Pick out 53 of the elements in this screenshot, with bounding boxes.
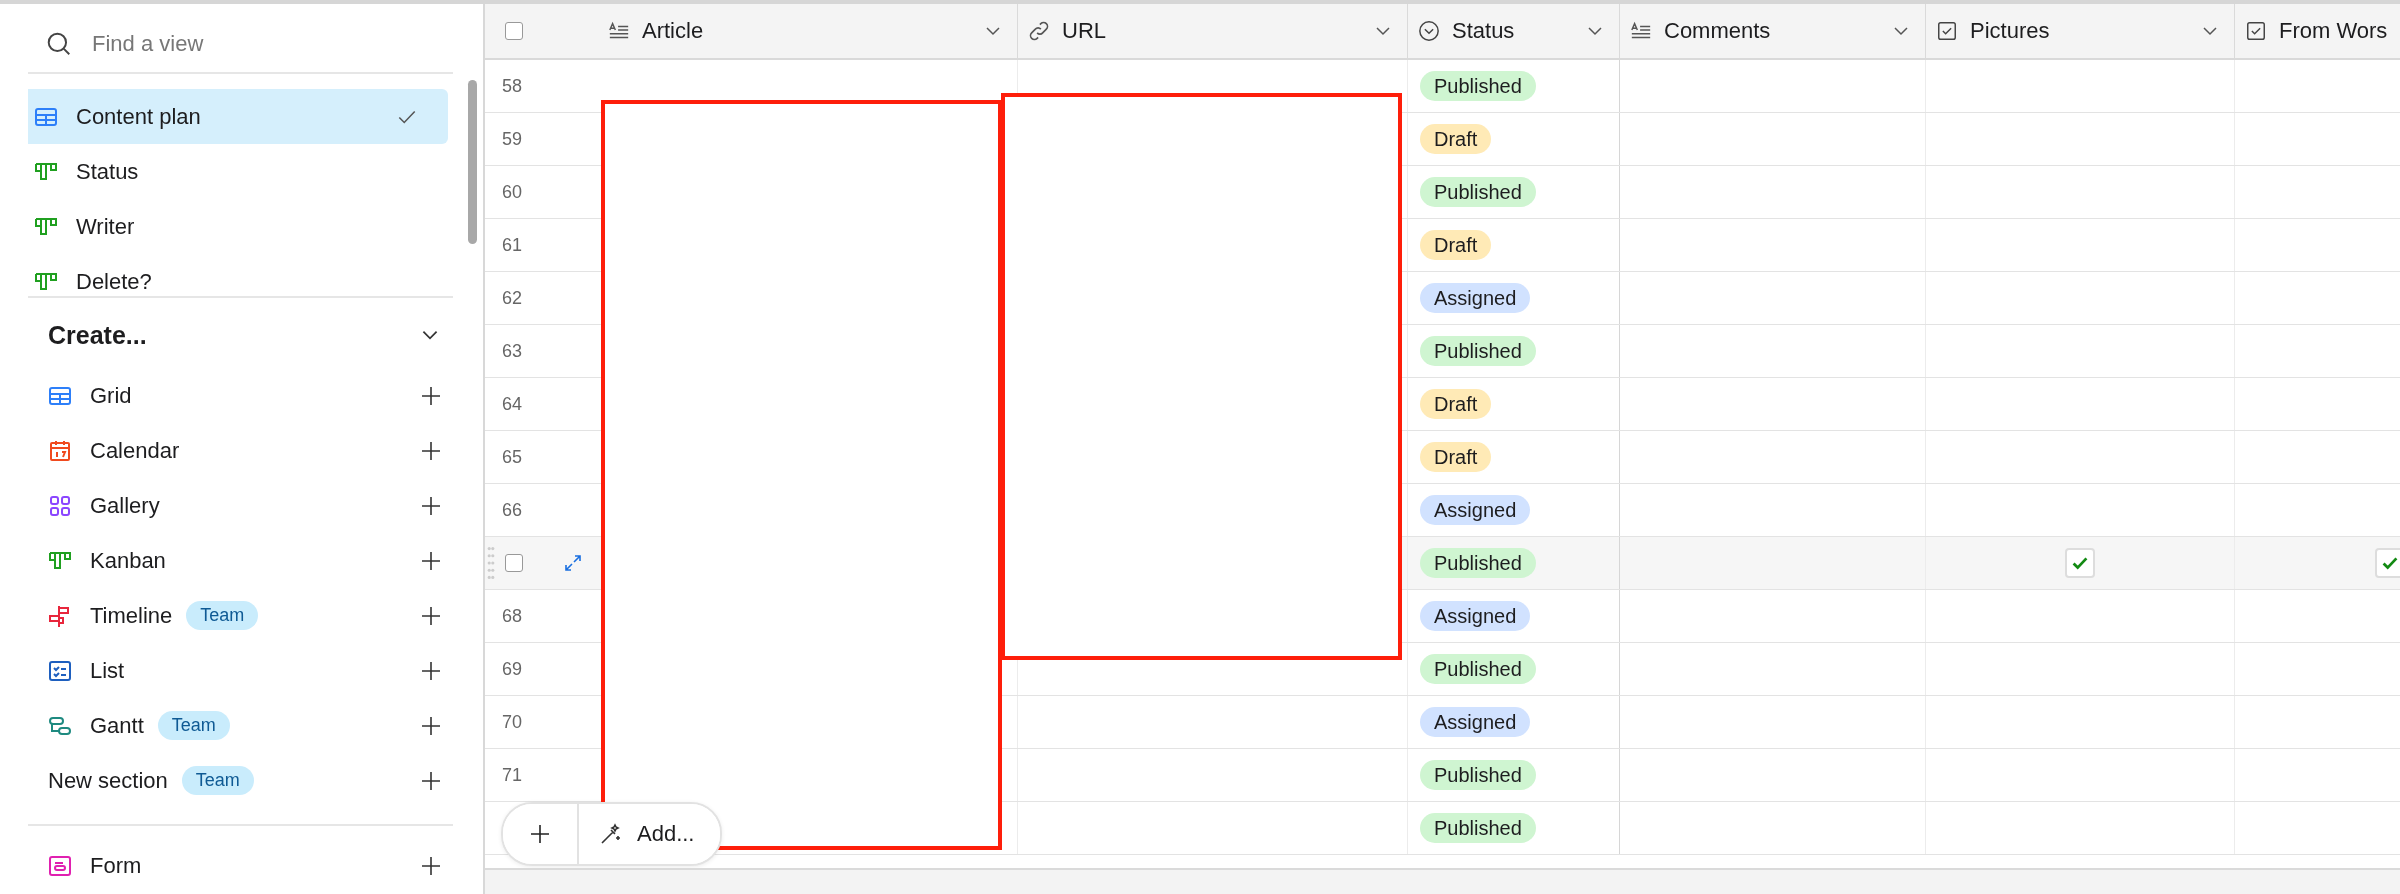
create-item[interactable]: Kanban <box>48 533 453 588</box>
status-tag: Published <box>1420 813 1536 843</box>
row-number: 62 <box>502 287 523 309</box>
create-item[interactable]: Grid <box>48 368 453 423</box>
status-tag: Assigned <box>1420 495 1531 525</box>
row-number: 61 <box>502 234 523 256</box>
status-tag: Draft <box>1420 389 1492 419</box>
create-item[interactable]: New section Team <box>48 753 453 808</box>
row-number: 69 <box>502 658 523 680</box>
team-tag: Team <box>186 601 259 630</box>
search-input[interactable]: Find a view <box>90 30 394 58</box>
create-item[interactable]: List <box>48 643 453 698</box>
row-number: 68 <box>502 605 523 627</box>
view-item[interactable]: Content plan <box>28 89 448 144</box>
view-item[interactable]: Writer <box>28 199 448 254</box>
status-tag: Assigned <box>1420 601 1531 631</box>
column-header[interactable]: Article <box>598 4 1018 58</box>
status-tag: Assigned <box>1420 707 1531 737</box>
column-header[interactable]: URL <box>1018 4 1408 58</box>
status-tag: Draft <box>1420 442 1492 472</box>
column-header[interactable]: Status <box>1408 4 1620 58</box>
create-item[interactable]: Calendar <box>48 423 453 478</box>
column-header[interactable]: Comments <box>1620 4 1926 58</box>
row-number: 58 <box>502 75 523 97</box>
create-item[interactable]: Gantt Team <box>48 698 453 753</box>
status-tag: Published <box>1420 548 1536 578</box>
status-tag: Assigned <box>1420 283 1531 313</box>
status-tag: Published <box>1420 177 1536 207</box>
create-item[interactable]: Timeline Team <box>48 588 453 643</box>
column-header[interactable]: Pictures <box>1926 4 2235 58</box>
column-header[interactable]: From Wors <box>2235 4 2400 58</box>
team-tag: Team <box>181 766 254 795</box>
status-tag: Published <box>1420 654 1536 684</box>
status-tag: Published <box>1420 71 1536 101</box>
row-number: 66 <box>502 499 523 521</box>
status-tag: Draft <box>1420 124 1492 154</box>
add-button[interactable]: Add... <box>579 804 721 864</box>
row-number: 71 <box>502 764 523 786</box>
row-number: 64 <box>502 393 523 415</box>
status-tag: Published <box>1420 760 1536 790</box>
row-number: 70 <box>502 711 523 733</box>
row-number: 63 <box>502 340 523 362</box>
status-tag: Draft <box>1420 230 1492 260</box>
status-tag: Published <box>1420 336 1536 366</box>
row-number: 60 <box>502 181 523 203</box>
create-item[interactable]: Gallery <box>48 478 453 533</box>
row-number: 65 <box>502 446 523 468</box>
row-number: 59 <box>502 128 523 150</box>
view-item[interactable]: Delete? <box>28 254 448 296</box>
view-item[interactable]: Status <box>28 144 448 199</box>
team-tag: Team <box>157 711 230 740</box>
create-item[interactable]: Form <box>48 838 453 893</box>
section-title: Create... <box>48 320 147 350</box>
